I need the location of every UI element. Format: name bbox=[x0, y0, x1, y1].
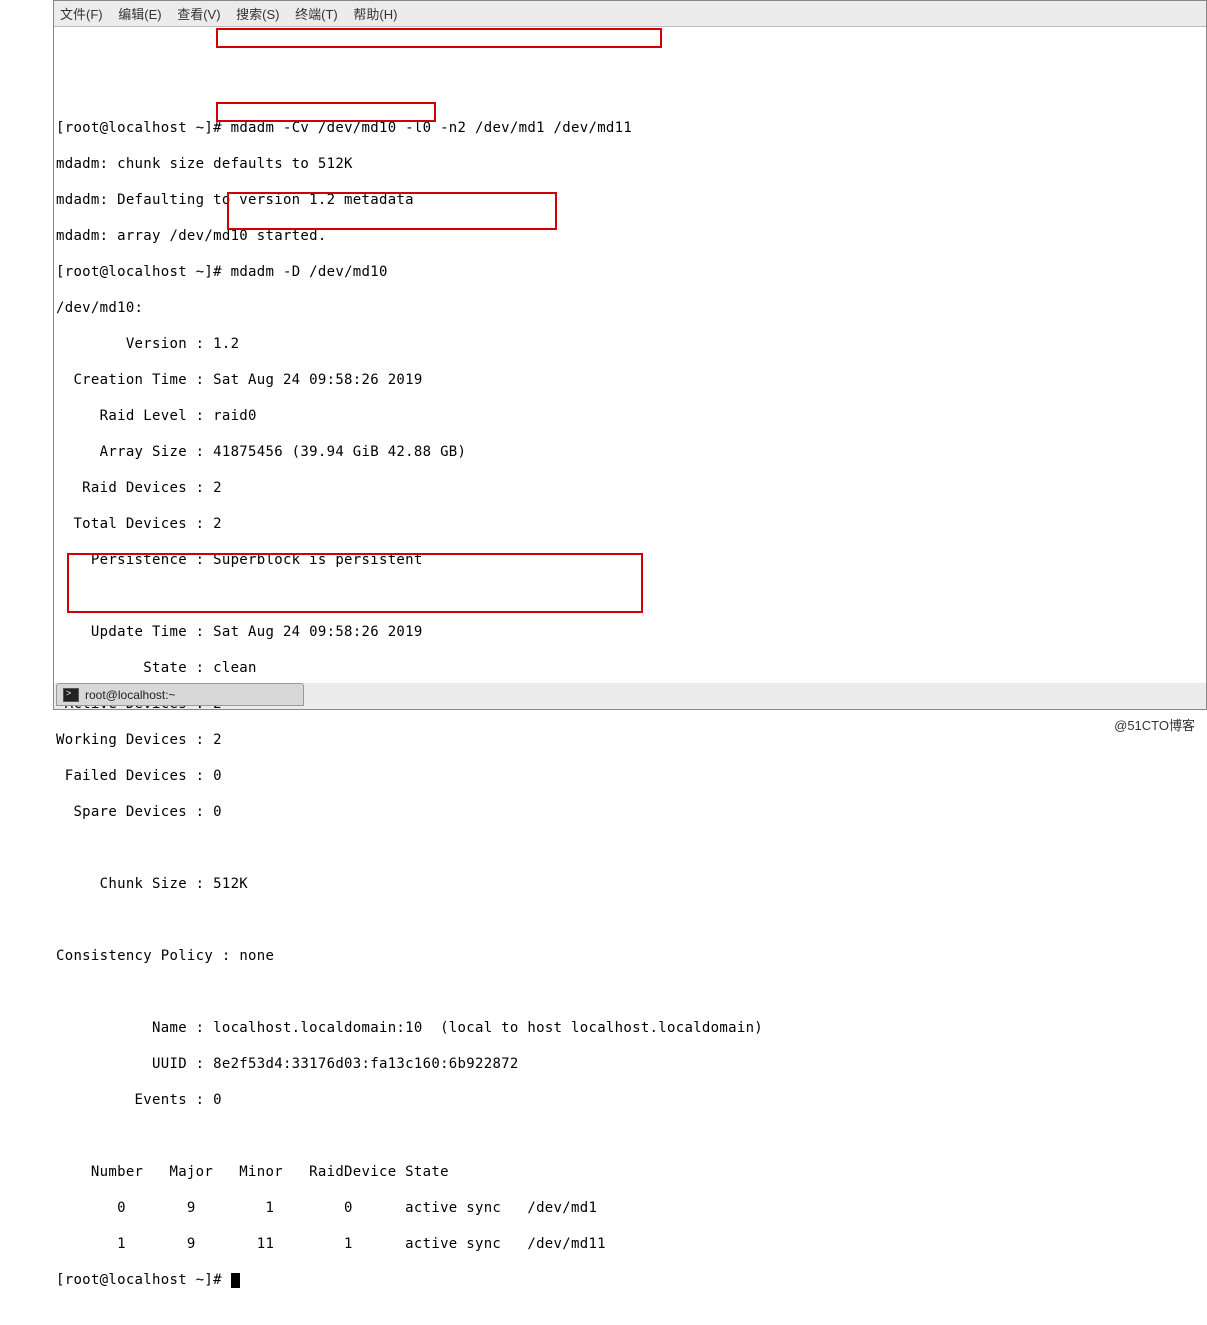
prompt: [root@localhost ~]# bbox=[56, 1272, 222, 1288]
menu-edit[interactable]: 编辑(E) bbox=[118, 7, 161, 22]
highlight-box-cmd1 bbox=[216, 28, 662, 48]
value-version: 1.2 bbox=[213, 336, 239, 352]
value-state: clean bbox=[213, 660, 257, 676]
value-failed-devices: 0 bbox=[213, 768, 222, 784]
command-2: mdadm -D /dev/md10 bbox=[231, 264, 388, 280]
table-header: Number Major Minor RaidDevice State bbox=[56, 1163, 1204, 1181]
taskbar-item[interactable]: root@localhost:~ bbox=[56, 683, 304, 706]
value-name: localhost.localdomain:10 (local to host … bbox=[213, 1020, 763, 1036]
value-raid-devices: 2 bbox=[213, 480, 222, 496]
label-failed-devices: Failed Devices : bbox=[56, 768, 213, 784]
value-chunk-size: 512K bbox=[213, 876, 248, 892]
value-persistence: Superblock is persistent bbox=[213, 552, 423, 568]
out-defaulting: mdadm: Defaulting to version 1.2 metadat… bbox=[56, 191, 1204, 209]
label-name: Name : bbox=[56, 1020, 213, 1036]
menu-bar: 文件(F) 编辑(E) 查看(V) 搜索(S) 终端(T) 帮助(H) bbox=[54, 1, 1206, 27]
taskbar-title: root@localhost:~ bbox=[85, 688, 176, 702]
table-row: 0 9 1 0 active sync /dev/md1 bbox=[56, 1199, 1204, 1217]
value-working-devices: 2 bbox=[213, 732, 222, 748]
out-started: mdadm: array /dev/md10 started. bbox=[56, 227, 1204, 245]
cursor[interactable] bbox=[231, 1273, 240, 1288]
label-spare-devices: Spare Devices : bbox=[56, 804, 213, 820]
menu-help[interactable]: 帮助(H) bbox=[353, 7, 397, 22]
label-total-devices: Total Devices : bbox=[56, 516, 213, 532]
label-persistence: Persistence : bbox=[56, 552, 213, 568]
prompt: [root@localhost ~]# bbox=[56, 264, 222, 280]
command-1: mdadm -Cv /dev/md10 -l0 -n2 /dev/md1 /de… bbox=[231, 120, 633, 136]
label-consistency: Consistency Policy : bbox=[56, 948, 239, 964]
value-events: 0 bbox=[213, 1092, 222, 1108]
label-events: Events : bbox=[56, 1092, 213, 1108]
label-uuid: UUID : bbox=[56, 1056, 213, 1072]
out-chunk-default: mdadm: chunk size defaults to 512K bbox=[56, 155, 1204, 173]
label-array-size: Array Size : bbox=[56, 444, 213, 460]
label-state: State : bbox=[56, 660, 213, 676]
value-array-size: 41875456 (39.94 GiB 42.88 GB) bbox=[213, 444, 466, 460]
value-consistency: none bbox=[239, 948, 274, 964]
menu-search[interactable]: 搜索(S) bbox=[236, 7, 279, 22]
value-creation-time: Sat Aug 24 09:58:26 2019 bbox=[213, 372, 423, 388]
watermark: @51CTO博客 bbox=[1114, 715, 1195, 734]
menu-view[interactable]: 查看(V) bbox=[177, 7, 220, 22]
value-update-time: Sat Aug 24 09:58:26 2019 bbox=[213, 624, 423, 640]
label-raid-devices: Raid Devices : bbox=[56, 480, 213, 496]
label-creation-time: Creation Time : bbox=[56, 372, 213, 388]
prompt: [root@localhost ~]# bbox=[56, 120, 222, 136]
value-spare-devices: 0 bbox=[213, 804, 222, 820]
menu-terminal[interactable]: 终端(T) bbox=[295, 7, 338, 22]
out-device-header: /dev/md10: bbox=[56, 299, 1204, 317]
value-raid-level: raid0 bbox=[213, 408, 257, 424]
terminal-output[interactable]: [root@localhost ~]# mdadm -Cv /dev/md10 … bbox=[54, 27, 1206, 683]
value-uuid: 8e2f53d4:33176d03:fa13c160:6b922872 bbox=[213, 1056, 519, 1072]
table-row: 1 9 11 1 active sync /dev/md11 bbox=[56, 1235, 1204, 1253]
value-total-devices: 2 bbox=[213, 516, 222, 532]
terminal-window: 文件(F) 编辑(E) 查看(V) 搜索(S) 终端(T) 帮助(H) [roo… bbox=[53, 0, 1207, 710]
label-version: Version : bbox=[56, 336, 213, 352]
menu-file[interactable]: 文件(F) bbox=[60, 7, 103, 22]
label-chunk-size: Chunk Size : bbox=[56, 876, 213, 892]
label-working-devices: Working Devices : bbox=[56, 732, 213, 748]
terminal-icon bbox=[63, 688, 79, 702]
label-update-time: Update Time : bbox=[56, 624, 213, 640]
label-raid-level: Raid Level : bbox=[56, 408, 213, 424]
